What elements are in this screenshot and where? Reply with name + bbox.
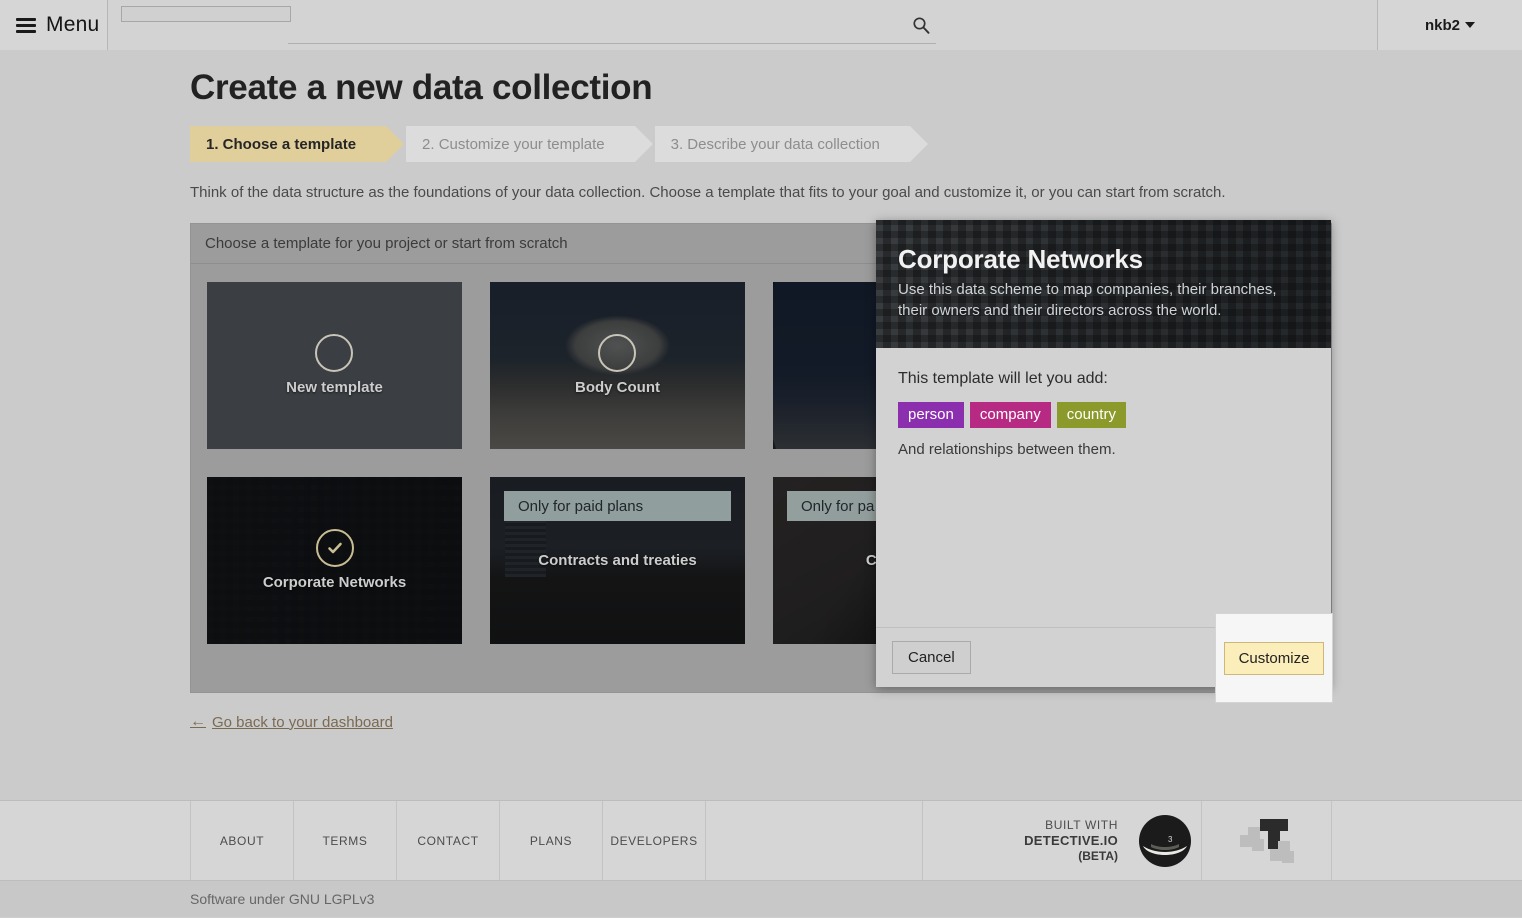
card-inner: Corporate Networks <box>263 529 406 592</box>
step-2-label: 2. Customize your template <box>422 135 605 153</box>
cancel-button[interactable]: Cancel <box>892 641 971 674</box>
page-intro-text: Think of the data structure as the found… <box>190 184 1226 201</box>
page-footer: ABOUT TERMS CONTACT PLANS DEVELOPERS BUI… <box>0 800 1522 881</box>
footer-link-contact[interactable]: CONTACT <box>397 801 500 881</box>
card-inner: Contracts and treaties <box>538 552 696 570</box>
go-back-link-label: Go back to your dashboard <box>212 713 393 731</box>
footer-link-plans[interactable]: PLANS <box>500 801 603 881</box>
footer-link-about[interactable]: ABOUT <box>191 801 294 881</box>
template-card-contracts-and-treaties[interactable]: Only for paid plans Contracts and treati… <box>490 477 745 644</box>
entity-tag-list: person company country <box>898 402 1309 428</box>
modal-header: Corporate Networks Use this data scheme … <box>876 220 1331 348</box>
entity-tag-company[interactable]: company <box>969 402 1051 428</box>
footer-link-terms[interactable]: TERMS <box>294 801 397 881</box>
search-input[interactable] <box>288 6 936 44</box>
search-icon[interactable] <box>912 16 930 34</box>
license-bar: Software under GNU LGPLv3 <box>0 880 1522 917</box>
entity-tag-country[interactable]: country <box>1056 402 1126 428</box>
step-wizard: 1. Choose a template 2. Customize your t… <box>190 126 1332 162</box>
modal-footer: Cancel Customize <box>876 613 1333 703</box>
search-wrapper <box>288 6 936 44</box>
customize-button[interactable]: Customize <box>1223 641 1325 675</box>
step-3-describe-collection[interactable]: 3. Describe your data collection <box>654 126 929 162</box>
paid-plan-banner: Only for paid plans <box>504 491 731 521</box>
template-card-corporate-networks[interactable]: Corporate Networks <box>207 477 462 644</box>
arrow-left-icon: ← <box>190 713 206 730</box>
step-1-label: 1. Choose a template <box>206 135 357 153</box>
template-card-body-count[interactable]: Body Count <box>490 282 745 449</box>
step-2-customize-template[interactable]: 2. Customize your template <box>406 126 653 162</box>
step-3-label: 3. Describe your data collection <box>670 135 880 153</box>
customize-button-focus-ring: Customize <box>1215 613 1333 703</box>
user-menu-button[interactable]: nkb2 <box>1377 0 1522 50</box>
license-text: Software under GNU LGPLv3 <box>190 891 375 907</box>
modal-title: Corporate Networks <box>898 244 1143 274</box>
menu-button-label: Menu <box>46 13 100 36</box>
svg-text:3: 3 <box>1168 835 1173 844</box>
footer-link-developers[interactable]: DEVELOPERS <box>603 801 706 881</box>
search-area <box>108 0 1377 50</box>
entity-tag-person[interactable]: person <box>898 402 964 428</box>
step-1-choose-template[interactable]: 1. Choose a template <box>190 126 405 162</box>
modal-body-title: This template will let you add: <box>898 370 1108 387</box>
template-card-label: New template <box>286 379 383 396</box>
tetris-t-logo-icon[interactable] <box>1202 801 1332 881</box>
user-menu-label: nkb2 <box>1424 16 1460 34</box>
template-card-label: Body Count <box>575 379 660 396</box>
footer-spacer <box>706 801 923 881</box>
go-back-to-dashboard-link[interactable]: ← Go back to your dashboard <box>190 713 393 731</box>
modal-body: This template will let you add: person c… <box>876 348 1331 627</box>
detective-hat-icon[interactable]: 3 <box>1128 801 1202 881</box>
hamburger-icon <box>16 17 36 33</box>
template-card-new-template[interactable]: New template <box>207 282 462 449</box>
built-with-block: BUILT WITH DETECTIVE.IO (BETA) <box>923 801 1128 881</box>
menu-button[interactable]: Menu <box>0 0 108 50</box>
page-title: Create a new data collection <box>190 68 653 107</box>
modal-relationship-note: And relationships between them. <box>898 441 1116 458</box>
check-icon <box>327 542 342 554</box>
card-inner: New template <box>286 334 383 397</box>
top-header: Menu nkb2 <box>0 0 1522 50</box>
built-with-line3: (BETA) <box>1078 849 1118 864</box>
check-circle-icon <box>315 529 354 567</box>
card-inner: Body Count <box>575 334 660 397</box>
built-with-line2: DETECTIVE.IO <box>1024 832 1118 848</box>
chevron-down-icon <box>1465 22 1475 28</box>
modal-header-text: Corporate Networks Use this data scheme … <box>898 244 1309 321</box>
template-detail-modal: Corporate Networks Use this data scheme … <box>876 220 1333 703</box>
logo-placeholder <box>121 6 291 22</box>
template-card-label: Corporate Networks <box>262 574 407 591</box>
built-with-line1: BUILT WITH <box>1045 817 1118 832</box>
circle-icon <box>598 334 637 372</box>
circle-icon <box>315 334 354 372</box>
template-card-label: Contracts and treaties <box>538 551 697 569</box>
modal-subtitle: Use this data scheme to map companies, t… <box>898 281 1277 319</box>
